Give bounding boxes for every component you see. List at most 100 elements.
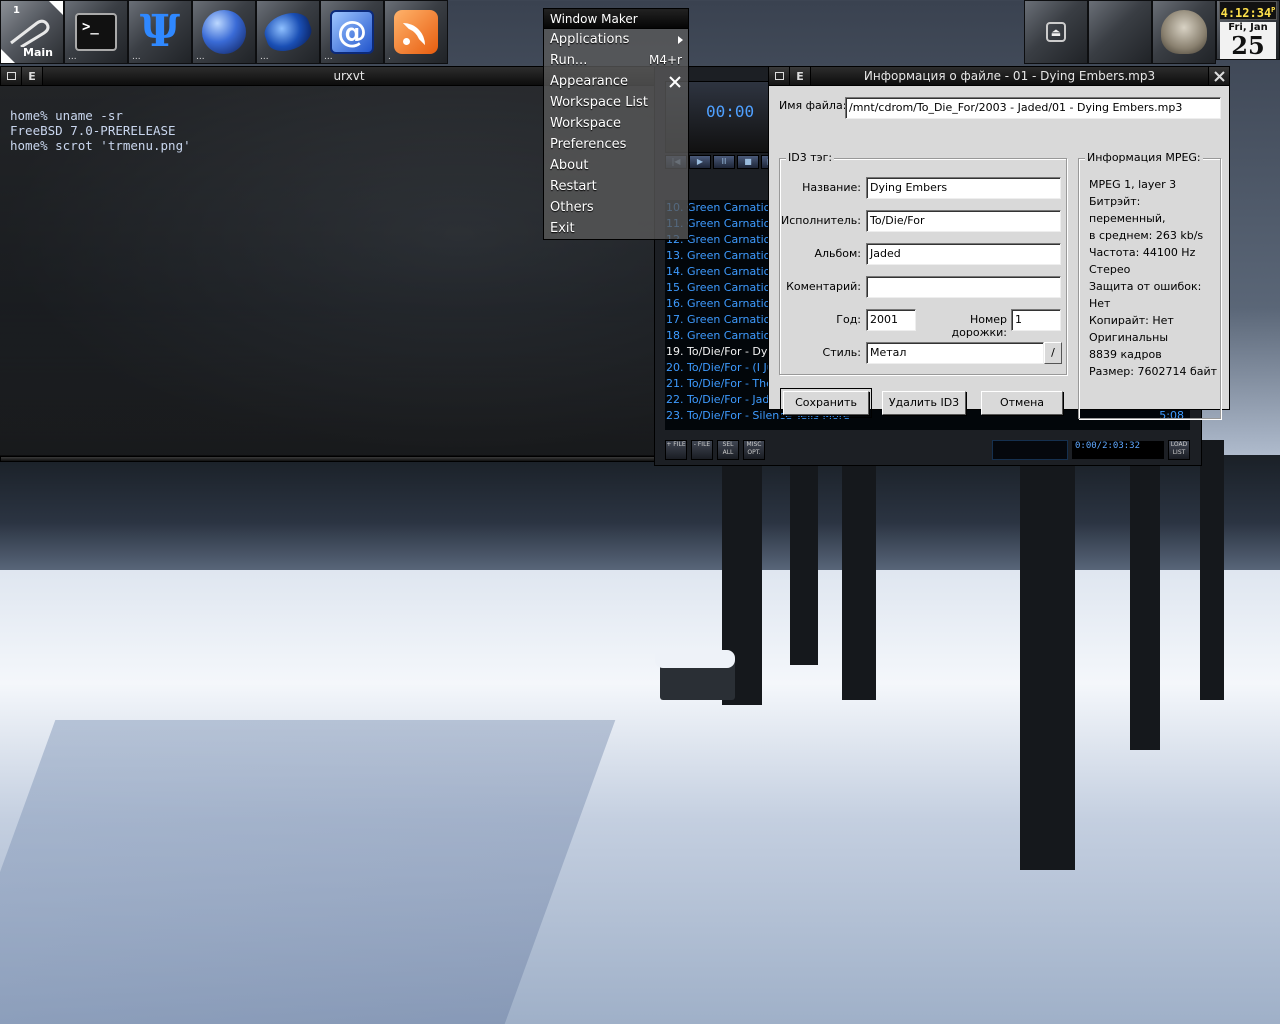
paperclip-icon xyxy=(10,19,50,47)
miniaturize-icon xyxy=(774,72,784,80)
genre-dropdown-button[interactable]: / xyxy=(1044,342,1062,364)
select-all-button[interactable]: SEL ALL xyxy=(717,440,739,460)
psi-icon: Ψ xyxy=(139,6,181,57)
menu-item-workspace[interactable]: Workspace xyxy=(544,113,688,134)
dock-browser[interactable]: ... xyxy=(192,0,256,64)
resize-bar[interactable] xyxy=(0,456,656,462)
clip-prev-workspace-arrow[interactable] xyxy=(1,49,15,63)
workspace-clip[interactable]: 1 Main xyxy=(0,0,64,64)
mpeg-info-line: 8839 кадров xyxy=(1089,348,1162,361)
remove-file-button[interactable]: - FILE xyxy=(691,440,713,460)
mpeg-group-label: Информация MPEG: xyxy=(1085,151,1203,164)
dock-mail[interactable]: @ ... xyxy=(320,0,384,64)
dolphin-icon xyxy=(260,7,316,57)
cancel-button[interactable]: Отмена xyxy=(981,391,1063,415)
artist-label: Исполнитель: xyxy=(781,214,861,227)
menu-title[interactable]: Window Maker xyxy=(543,8,689,29)
dock-rss[interactable]: . xyxy=(384,0,448,64)
mpeg-info-line: Копирайт: Нет xyxy=(1089,314,1174,327)
comment-field[interactable] xyxy=(866,276,1061,298)
wallpaper-tree-trunk xyxy=(1200,440,1224,700)
logout-icon: ⏏ xyxy=(1046,22,1066,42)
playlist-toolbar: + FILE - FILE SEL ALL MISC OPT. 0:00/2:0… xyxy=(665,439,1190,461)
menu-item-restart[interactable]: Restart xyxy=(544,176,688,197)
submenu-arrow-icon xyxy=(678,36,683,44)
menu-item-run[interactable]: Run... M4+r xyxy=(544,50,688,71)
misc-options-button[interactable]: MISC OPT. xyxy=(743,440,765,460)
file-info-body: Имя файла: /mnt/cdrom/To_Die_For/2003 - … xyxy=(768,86,1230,419)
close-icon[interactable] xyxy=(664,71,686,92)
title-field[interactable]: Dying Embers xyxy=(866,177,1061,199)
wallpaper-tree-trunk xyxy=(790,465,818,665)
menu-item-preferences[interactable]: Preferences xyxy=(544,134,688,155)
terminal-icon: >_ xyxy=(75,13,117,51)
menu-item-applications[interactable]: Applications xyxy=(544,29,688,50)
window-title: Информация о файле - 01 - Dying Embers.m… xyxy=(863,69,1156,83)
mpeg-info-line: MPEG 1, layer 3 xyxy=(1089,178,1177,191)
stop-button[interactable]: ■ xyxy=(737,155,759,169)
track-label: Номер дорожки: xyxy=(951,313,1007,339)
miniaturize-icon xyxy=(6,72,16,80)
mpeg-info-list: MPEG 1, layer 3 Битрэйт: переменный, в с… xyxy=(1089,176,1220,380)
playlist-time: 0:00/2:03:32 xyxy=(1072,441,1164,459)
window-menu-icon: E xyxy=(28,69,36,83)
menu-item-exit[interactable]: Exit xyxy=(544,218,688,239)
title-label: Название: xyxy=(802,181,861,194)
pause-button[interactable]: II xyxy=(713,155,735,169)
mpeg-info-line: Оригинальны xyxy=(1089,331,1169,344)
menu-item-about[interactable]: About xyxy=(544,155,688,176)
track-field[interactable]: 1 xyxy=(1011,309,1061,331)
clock-date: 25 xyxy=(1231,31,1265,60)
close-button[interactable] xyxy=(1208,67,1229,85)
mpeg-info-line: Частота: 44100 Hz xyxy=(1089,246,1196,259)
remove-id3-button[interactable]: Удалить ID3 xyxy=(882,391,966,415)
dock-clock[interactable]: 4:12:34P Fri, Jan 25 xyxy=(1216,0,1280,60)
dock-logout[interactable]: ⏏ xyxy=(1024,0,1088,64)
mpeg-info-line: Стерео xyxy=(1089,263,1131,276)
menu-item-appearance[interactable]: Appearance xyxy=(544,71,688,92)
close-icon xyxy=(1213,70,1225,82)
menu-item-others[interactable]: Others xyxy=(544,197,688,218)
load-list-button[interactable]: LOAD LIST xyxy=(1168,440,1190,460)
save-button[interactable]: Сохранить xyxy=(780,388,872,418)
add-file-button[interactable]: + FILE xyxy=(665,440,687,460)
dock-psi[interactable]: Ψ ... xyxy=(128,0,192,64)
mpeg-info-line: в среднем: 263 kb/s xyxy=(1089,229,1204,242)
genre-select[interactable]: Метал xyxy=(866,342,1044,364)
file-info-titlebar[interactable]: E Информация о файле - 01 - Dying Embers… xyxy=(768,66,1230,86)
filename-field[interactable]: /mnt/cdrom/To_Die_For/2003 - Jaded/01 - … xyxy=(845,97,1221,119)
rss-feed-icon xyxy=(394,10,438,54)
year-field[interactable]: 2001 xyxy=(866,309,916,331)
clock-time: 4:12:34P xyxy=(1219,1,1277,20)
player-time-display: 00:00 xyxy=(706,102,755,121)
mail-at-icon: @ xyxy=(330,10,374,54)
menu-item-workspace-list[interactable]: Workspace List xyxy=(544,92,688,113)
menu-button[interactable]: E xyxy=(790,67,811,85)
artist-field[interactable]: To/Die/For xyxy=(866,210,1061,232)
wallpaper-bench-snow xyxy=(655,650,735,668)
album-label: Альбом: xyxy=(814,247,861,260)
wallpaper-tree-trunk xyxy=(842,430,876,700)
menu-shortcut: M4+r xyxy=(649,53,682,67)
miniaturize-button[interactable] xyxy=(1,67,22,85)
mpeg-info-group: Информация MPEG: MPEG 1, layer 3 Битрэйт… xyxy=(1078,151,1221,419)
workspace-number: 1 xyxy=(13,5,20,16)
dock-terminal[interactable]: >_ ... xyxy=(64,0,128,64)
mpeg-info-line: Размер: 7602714 байт xyxy=(1089,365,1218,378)
chevron-down-icon: / xyxy=(1051,346,1055,359)
menu-body: Applications Run... M4+r Appearance Works… xyxy=(543,29,689,240)
comment-label: Коментарий: xyxy=(786,280,861,293)
album-field[interactable]: Jaded xyxy=(866,243,1061,265)
file-info-dialog: E Информация о файле - 01 - Dying Embers… xyxy=(768,66,1230,419)
miniaturize-button[interactable] xyxy=(769,67,790,85)
dock-gimp[interactable] xyxy=(1152,0,1216,64)
window-maker-menu: Window Maker Applications Run... M4+r App… xyxy=(543,8,689,240)
right-dock: ⏏ 4:12:34P Fri, Jan 25 xyxy=(1024,0,1280,64)
id3-group-label: ID3 тэг: xyxy=(786,151,835,164)
play-button[interactable]: ▶ xyxy=(689,155,711,169)
wallpaper-tree-trunk xyxy=(1020,400,1075,870)
dock-dolphin[interactable]: ... xyxy=(256,0,320,64)
clip-next-workspace-arrow[interactable] xyxy=(49,1,63,15)
playlist-visualizer xyxy=(992,440,1068,460)
menu-button[interactable]: E xyxy=(22,67,43,85)
